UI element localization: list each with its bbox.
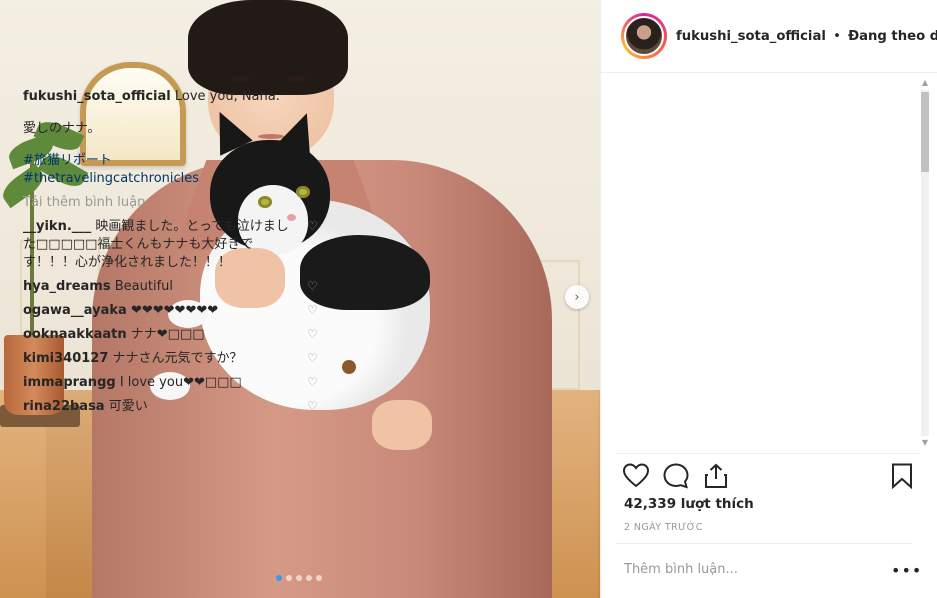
chevron-right-icon: › (574, 289, 580, 305)
comment-username[interactable]: ooknaakkaatn (23, 327, 127, 342)
comment-like-heart-icon[interactable]: ♡ (307, 280, 319, 292)
divider (616, 543, 912, 544)
carousel-dot (276, 575, 282, 581)
comment-text: ❤❤❤❤❤❤❤❤ (130, 303, 219, 318)
action-bar (622, 462, 922, 492)
post-header: fukushi_sota_official • Đang theo dõi (601, 0, 937, 73)
comment-row: immaprangg I love you❤❤□□□ ♡ (23, 374, 318, 392)
comment-text: ナナさん元気ですか？ (112, 351, 243, 366)
caption-tags: #旅猫リポート #thetravelingcatchronicles (23, 152, 313, 188)
comment-text: I love you❤❤□□□ (119, 375, 242, 390)
carousel-dot (306, 575, 312, 581)
comment-text: ナナ❤□□□ (130, 327, 205, 342)
comment-username[interactable]: kimi340127 (23, 351, 108, 366)
person-hand (372, 400, 432, 450)
next-photo-button[interactable]: › (565, 285, 589, 309)
hashtag-link[interactable]: #thetravelingcatchronicles (23, 170, 313, 188)
comment-username[interactable]: hya_dreams (23, 279, 111, 294)
share-icon[interactable] (702, 462, 730, 490)
comment-text: Beautiful (114, 279, 173, 294)
comment-row: ooknaakkaatn ナナ❤□□□ ♡ (23, 326, 318, 344)
caption-username[interactable]: fukushi_sota_official (23, 89, 171, 104)
comment-icon[interactable] (662, 462, 690, 490)
caption: fukushi_sota_official Love you, Nana. (23, 88, 313, 106)
header-separator: • (833, 28, 841, 44)
comment-row: hya_dreams Beautiful ♡ (23, 278, 318, 296)
comment-like-heart-icon[interactable]: ♡ (307, 352, 319, 364)
person-eye (232, 76, 250, 82)
carousel-dot (296, 575, 302, 581)
person-hair (188, 0, 348, 95)
header-username[interactable]: fukushi_sota_official (676, 29, 826, 44)
scrollbar-thumb[interactable] (921, 92, 929, 172)
comment-text: 可愛い (108, 399, 148, 414)
comment-row: ogawa__ayaka ❤❤❤❤❤❤❤❤ ♡ (23, 302, 318, 320)
likes-count[interactable]: 42,339 lượt thích (624, 496, 754, 512)
caption-text: Love you, Nana. (174, 89, 280, 104)
comment-username[interactable]: __yikn.___ (23, 219, 91, 234)
carousel-dot (286, 575, 292, 581)
comment-like-heart-icon[interactable]: ♡ (307, 220, 319, 232)
hashtag-link[interactable]: #旅猫リポート (23, 152, 313, 170)
comment-like-heart-icon[interactable]: ♡ (307, 304, 319, 316)
bookmark-icon[interactable] (888, 462, 916, 490)
comment-like-heart-icon[interactable]: ♡ (307, 400, 319, 412)
comment-username[interactable]: ogawa__ayaka (23, 303, 127, 318)
comment-username[interactable]: immaprangg (23, 375, 116, 390)
comment-row: rina22basa 可愛い ♡ (23, 398, 318, 416)
load-more-comments-button[interactable]: Tải thêm bình luận (23, 194, 313, 212)
scroll-up-icon[interactable]: ▲ (921, 78, 929, 87)
caption-line2: 愛しのナナ。 (23, 121, 101, 136)
carousel-dot (316, 575, 322, 581)
avatar[interactable] (621, 13, 667, 59)
comment-row: kimi340127 ナナさん元気ですか？ ♡ (23, 350, 318, 368)
comments-list: fukushi_sota_official Love you, Nana. 愛し… (23, 88, 318, 416)
post-time[interactable]: 2 NGÀY TRƯỚC (624, 522, 703, 533)
more-options-button[interactable]: ••• (891, 561, 922, 580)
comment-row: __yikn.___ 映画観ました。とっても泣けました□□□□□福士くんもナナも… (23, 218, 318, 272)
divider (616, 453, 921, 454)
comment-like-heart-icon[interactable]: ♡ (307, 376, 319, 388)
comments-scrollbar[interactable]: ▲ ▼ (918, 76, 932, 450)
person-eye (288, 76, 306, 82)
comment-username[interactable]: rina22basa (23, 399, 105, 414)
add-comment-input[interactable]: Thêm bình luận... (624, 562, 738, 577)
jacket-button (342, 360, 356, 374)
following-button[interactable]: Đang theo dõi (848, 29, 937, 44)
scroll-down-icon[interactable]: ▼ (921, 438, 929, 447)
heart-icon[interactable] (622, 462, 650, 490)
comment-like-heart-icon[interactable]: ♡ (307, 328, 319, 340)
carousel-indicator (276, 575, 322, 581)
